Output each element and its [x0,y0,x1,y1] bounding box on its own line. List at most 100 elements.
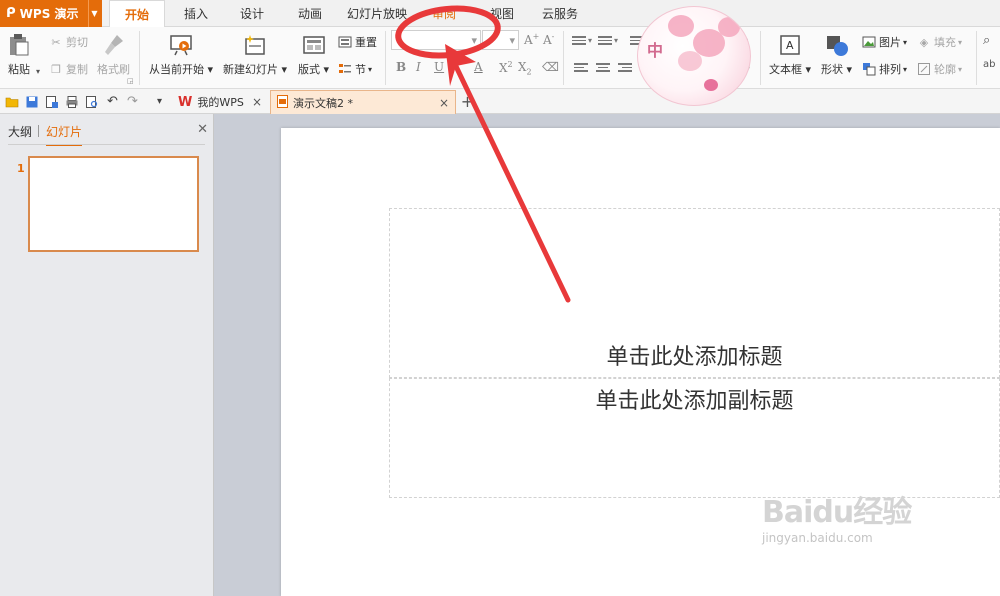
tab-outline[interactable]: 大纲 [8,123,32,140]
tab-design[interactable]: 设计 [228,0,276,27]
numbered-list-dropdown-icon[interactable]: ▾ [614,36,618,45]
reset-button[interactable]: 重置 [338,34,377,50]
bullet-list-dropdown-icon[interactable]: ▾ [588,36,592,45]
ribbon-separator [563,31,564,85]
font-size-dropdown-icon[interactable]: ▾ [509,34,515,47]
copy-label: 复制 [66,63,88,76]
align-center-icon[interactable] [596,63,610,75]
tab-cloud-services[interactable]: 云服务 [534,0,586,27]
floating-ime-badge[interactable]: 中 [637,6,751,106]
subscript-icon[interactable]: X2 [518,60,532,76]
close-icon[interactable]: × [252,95,262,109]
undo-icon[interactable]: ↶ [105,94,120,109]
ribbon-separator [976,31,977,85]
close-icon[interactable]: ✕ [197,122,208,137]
font-name-dropdown-icon[interactable]: ▾ [471,34,477,47]
tab-view[interactable]: 视图 [478,0,526,27]
outline-button[interactable]: 轮廓 ▾ [917,61,962,77]
fill-label: 填充 [934,36,956,49]
cut-label: 剪切 [66,36,88,49]
cut-button[interactable]: ✂ 剪切 [49,34,88,50]
fill-button[interactable]: ◈ 填充 ▾ [917,34,962,50]
tab-insert[interactable]: 插入 [172,0,220,27]
scissors-icon: ✂ [51,35,61,49]
doc-tab-my-wps[interactable]: W 我的WPS × [172,90,268,114]
title-placeholder[interactable]: 单击此处添加标题 [389,208,1000,378]
italic-icon[interactable]: I [416,60,421,74]
subtitle-placeholder[interactable]: 单击此处添加副标题 [389,378,1000,498]
align-right-icon[interactable] [618,63,632,75]
font-size-input[interactable]: ▾ [482,30,519,50]
decrease-font-size-icon[interactable]: A- [543,32,554,47]
panel-tabs: 大纲 幻灯片 ✕ [0,114,214,146]
section-icon [338,62,352,76]
slide-thumbnail[interactable] [28,156,199,252]
title-placeholder-text: 单击此处添加标题 [606,345,783,370]
bullet-list-icon[interactable] [572,36,586,48]
app-name: WPS 演示 [19,7,79,21]
ribbon-separator [760,31,761,85]
print-preview-icon[interactable] [84,94,99,109]
new-slide-label: 新建幻灯片 ▾ [223,63,288,76]
tab-review[interactable]: 审阅 [420,0,468,27]
arrange-button[interactable]: 排列 ▾ [862,61,907,77]
new-slide-button[interactable]: 新建幻灯片 ▾ [223,33,287,77]
clear-format-icon[interactable]: ⌫ [542,60,559,74]
font-color-icon[interactable]: A [474,60,483,74]
blossom-decoration [668,15,694,37]
align-left-icon[interactable] [574,63,588,75]
menu-bar: ᑭ WPS 演示 ▼ 开始 插入 设计 动画 幻灯片放映 审阅 视图 云服务 [0,0,1000,28]
tab-animation[interactable]: 动画 [286,0,334,27]
layout-button[interactable]: 版式 ▾ [298,33,329,77]
picture-button[interactable]: 图片 ▾ [862,34,907,50]
print-icon[interactable] [64,94,79,109]
format-painter-label: 格式刷 [97,63,130,76]
tab-slideshow[interactable]: 幻灯片放映 [344,0,410,27]
tab-slides[interactable]: 幻灯片 [46,123,83,146]
replace-icon[interactable]: ab [983,59,995,70]
save-icon[interactable] [24,94,39,109]
blossom-decoration [704,79,718,91]
doc-tab-label: 演示文稿2 * [293,96,353,110]
paste-dropdown-icon[interactable]: ▾ [36,67,40,76]
save-as-icon[interactable] [44,94,59,109]
app-menu-button[interactable]: ᑭ WPS 演示 ▼ [0,0,102,27]
redo-icon[interactable]: ↷ [125,94,140,109]
layout-icon [301,33,327,57]
outline-dropdown-icon: ▾ [958,64,963,74]
increase-font-size-icon[interactable]: A+ [524,32,539,47]
layout-label: 版式 ▾ [298,63,330,76]
underline-icon[interactable]: U [434,60,444,74]
outline-label: 轮廓 [934,63,956,76]
text-box-button[interactable]: A 文本框 ▾ [769,33,811,77]
shape-button[interactable]: 形状 ▾ [821,33,852,77]
blossom-decoration [718,17,740,37]
copy-icon: ❐ [51,62,61,76]
new-tab-plus-icon[interactable]: + [460,92,475,111]
doc-tab-presentation[interactable]: 演示文稿2 * × [270,90,456,114]
reset-icon [338,35,352,49]
brush-icon [101,33,127,57]
format-painter-button[interactable]: 格式刷 [97,33,130,77]
paint-bucket-icon: ◈ [919,35,929,49]
font-name-input[interactable]: ▾ [391,30,481,50]
tab-home[interactable]: 开始 [109,0,165,28]
clipboard-icon [6,33,32,57]
section-button[interactable]: 节 ▾ [338,61,372,77]
arrange-icon [862,62,876,76]
paste-button[interactable]: 粘贴 [6,33,32,77]
numbered-list-icon[interactable] [598,36,612,48]
bold-icon[interactable]: B [396,60,406,74]
wps-w-icon: W [178,94,193,110]
baidu-jingyan-logo: Baidu经验 [762,495,912,530]
app-menu-caret-icon[interactable]: ▼ [88,0,100,27]
from-current-button[interactable]: 从当前开始 ▾ [149,33,213,77]
open-folder-icon[interactable] [4,94,19,109]
superscript-icon[interactable]: X2 [499,60,513,75]
customize-toolbar-icon[interactable]: ▾ [152,94,167,109]
shape-label: 形状 ▾ [821,63,853,76]
copy-button[interactable]: ❐ 复制 [49,61,88,77]
find-icon[interactable]: ⌕ [983,33,990,48]
close-icon[interactable]: × [439,96,449,110]
clipboard-launcher-icon[interactable]: ◲ [127,77,134,85]
